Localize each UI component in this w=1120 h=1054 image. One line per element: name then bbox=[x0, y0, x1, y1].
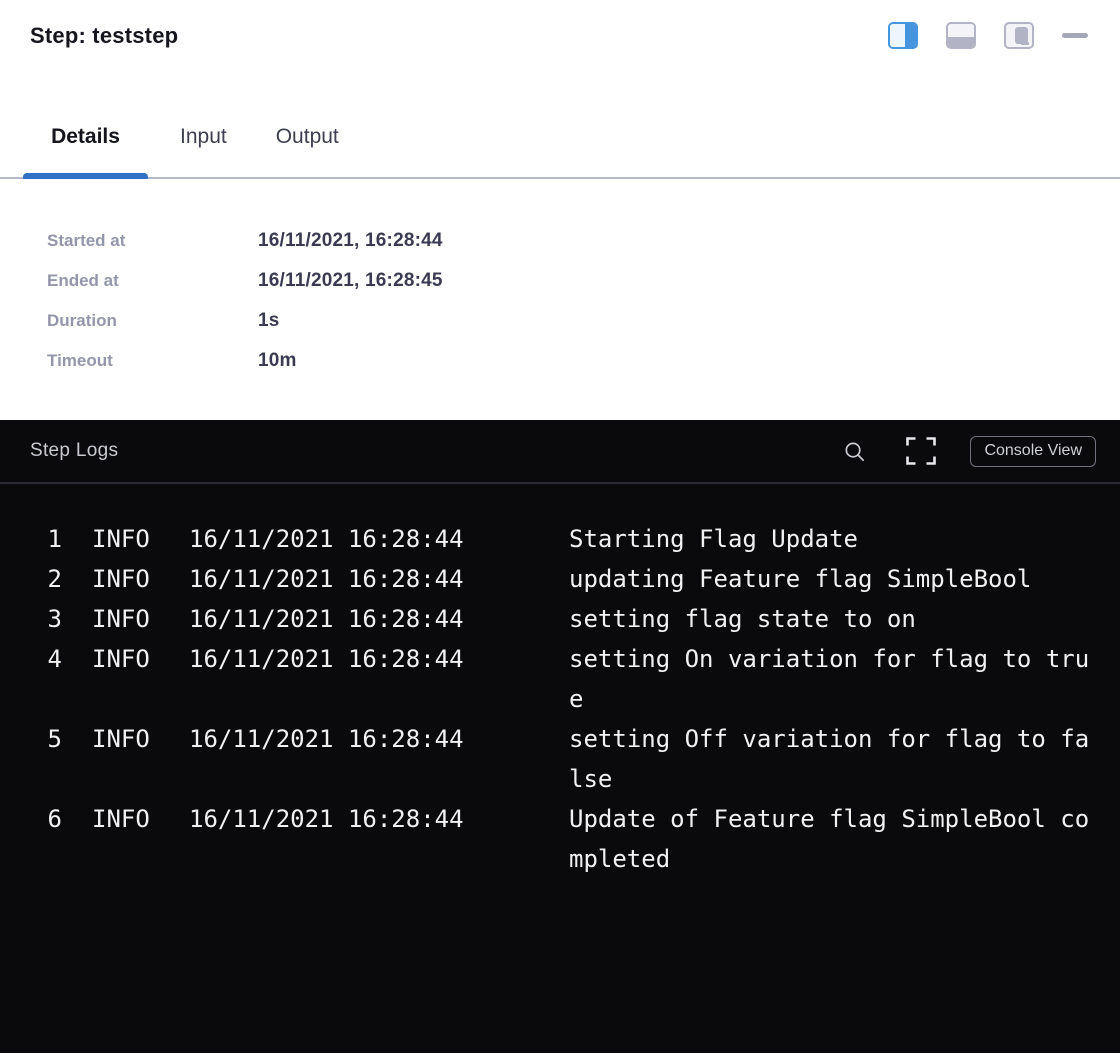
detail-value: 16/11/2021, 16:28:44 bbox=[258, 230, 443, 252]
detail-row-started-at: Started at 16/11/2021, 16:28:44 bbox=[47, 221, 1120, 261]
detail-value: 10m bbox=[258, 350, 297, 372]
log-line-number: 3 bbox=[30, 599, 62, 639]
detail-value: 16/11/2021, 16:28:45 bbox=[258, 270, 443, 292]
split-left-pane bbox=[890, 24, 905, 47]
split-right-view-icon[interactable] bbox=[888, 22, 918, 49]
log-line-number: 1 bbox=[30, 519, 62, 559]
bottom-view-bottom-pane bbox=[948, 37, 974, 47]
detail-value: 1s bbox=[258, 310, 280, 332]
fullscreen-icon[interactable] bbox=[906, 437, 936, 465]
log-line-number: 5 bbox=[30, 719, 62, 759]
log-line: 3 INFO 16/11/2021 16:28:44 setting flag … bbox=[30, 599, 1100, 639]
bottom-view-top-pane bbox=[948, 24, 974, 37]
detail-label: Started at bbox=[47, 231, 258, 251]
step-logs-section: Step Logs Console View bbox=[0, 420, 1120, 1053]
step-logs-header: Step Logs Console View bbox=[0, 420, 1120, 484]
detail-row-timeout: Timeout 10m bbox=[47, 341, 1120, 381]
log-message: updating Feature flag SimpleBool bbox=[569, 559, 1096, 599]
log-level: INFO bbox=[92, 559, 152, 599]
log-line: 6 INFO 16/11/2021 16:28:44 Update of Fea… bbox=[30, 799, 1100, 879]
log-message: setting On variation for flag to true bbox=[569, 639, 1096, 719]
detail-row-ended-at: Ended at 16/11/2021, 16:28:45 bbox=[47, 261, 1120, 301]
log-message: Starting Flag Update bbox=[569, 519, 1096, 559]
bottom-panel-view-icon[interactable] bbox=[946, 22, 976, 49]
log-lines: 1 INFO 16/11/2021 16:28:44 Starting Flag… bbox=[0, 484, 1120, 879]
tab-input[interactable]: Input bbox=[180, 125, 227, 177]
log-timestamp: 16/11/2021 16:28:44 bbox=[189, 639, 465, 679]
layout-controls bbox=[888, 22, 1088, 49]
log-timestamp: 16/11/2021 16:28:44 bbox=[189, 519, 465, 559]
log-timestamp: 16/11/2021 16:28:44 bbox=[189, 599, 465, 639]
tab-output[interactable]: Output bbox=[276, 125, 339, 177]
split-right-pane bbox=[905, 24, 916, 47]
minimize-icon[interactable] bbox=[1062, 33, 1088, 38]
log-line: 2 INFO 16/11/2021 16:28:44 updating Feat… bbox=[30, 559, 1100, 599]
page-title: Step: teststep bbox=[30, 22, 178, 50]
detail-row-duration: Duration 1s bbox=[47, 301, 1120, 341]
log-message: setting flag state to on bbox=[569, 599, 1096, 639]
log-line-number: 6 bbox=[30, 799, 62, 839]
detail-label: Ended at bbox=[47, 271, 258, 291]
tab-details[interactable]: Details bbox=[23, 125, 148, 177]
details-section: Started at 16/11/2021, 16:28:44 Ended at… bbox=[0, 179, 1120, 420]
floating-panel-dash bbox=[1021, 42, 1029, 45]
log-line: 5 INFO 16/11/2021 16:28:44 setting Off v… bbox=[30, 719, 1100, 799]
log-line: 1 INFO 16/11/2021 16:28:44 Starting Flag… bbox=[30, 519, 1100, 559]
log-message: setting Off variation for flag to false bbox=[569, 719, 1096, 799]
detail-label: Timeout bbox=[47, 351, 258, 371]
log-timestamp: 16/11/2021 16:28:44 bbox=[189, 799, 465, 839]
log-line-number: 4 bbox=[30, 639, 62, 679]
console-view-button[interactable]: Console View bbox=[970, 436, 1096, 467]
log-level: INFO bbox=[92, 639, 152, 679]
log-message: Update of Feature flag SimpleBool comple… bbox=[569, 799, 1096, 879]
tab-bar: Details Input Output bbox=[0, 125, 1120, 179]
top-bar: Step: teststep bbox=[0, 0, 1120, 50]
detail-label: Duration bbox=[47, 311, 258, 331]
log-level: INFO bbox=[92, 799, 152, 839]
log-level: INFO bbox=[92, 599, 152, 639]
log-line-number: 2 bbox=[30, 559, 62, 599]
log-timestamp: 16/11/2021 16:28:44 bbox=[189, 559, 465, 599]
log-level: INFO bbox=[92, 719, 152, 759]
log-line: 4 INFO 16/11/2021 16:28:44 setting On va… bbox=[30, 639, 1100, 719]
step-logs-title: Step Logs bbox=[30, 440, 843, 462]
log-timestamp: 16/11/2021 16:28:44 bbox=[189, 719, 465, 759]
step-details-panel: Step: teststep Details Input Output Star… bbox=[0, 0, 1120, 1053]
step-logs-actions: Console View bbox=[843, 436, 1096, 467]
log-level: INFO bbox=[92, 519, 152, 559]
floating-panel-view-icon[interactable] bbox=[1004, 22, 1034, 49]
search-icon[interactable] bbox=[843, 440, 866, 463]
